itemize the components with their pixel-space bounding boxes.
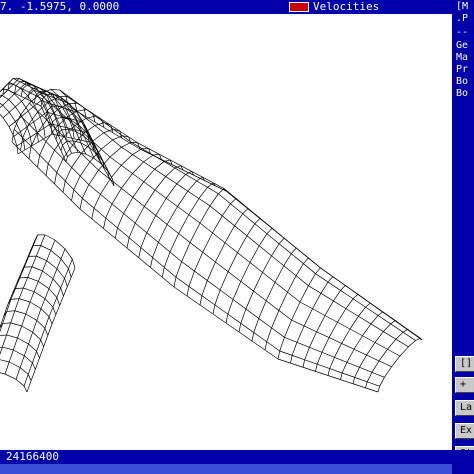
- menu-item-header[interactable]: [M: [456, 1, 468, 13]
- side-button-plus[interactable]: +: [455, 377, 474, 393]
- status-bar: 24166400: [0, 450, 474, 474]
- viewer-header-bar: 7. -1.5975, 0.0000 Velocities: [0, 0, 452, 14]
- menu-item-materials[interactable]: Ma: [456, 52, 468, 64]
- menu-separator: --: [456, 27, 469, 38]
- command-input-strip[interactable]: [0, 464, 452, 474]
- side-button-bracket[interactable]: []: [455, 356, 474, 372]
- menu-item-p[interactable]: .P: [456, 13, 468, 25]
- cursor-coordinates: 7. -1.5975, 0.0000: [0, 0, 120, 13]
- mesh-viewport[interactable]: [0, 14, 452, 448]
- menu-item-properties[interactable]: Pr: [456, 64, 468, 76]
- side-button-la[interactable]: La: [455, 400, 474, 416]
- velocity-legend-label: Velocities: [313, 0, 380, 13]
- menu-item-boundary-2[interactable]: Bo: [456, 88, 468, 100]
- menu-item-geometry[interactable]: Ge: [456, 40, 468, 52]
- status-value: 24166400: [6, 450, 59, 463]
- side-button-ex[interactable]: Ex: [455, 423, 474, 439]
- wireframe-mesh: [0, 78, 423, 393]
- velocity-legend-swatch[interactable]: [289, 2, 309, 12]
- menu-item-boundary-1[interactable]: Bo: [456, 76, 468, 88]
